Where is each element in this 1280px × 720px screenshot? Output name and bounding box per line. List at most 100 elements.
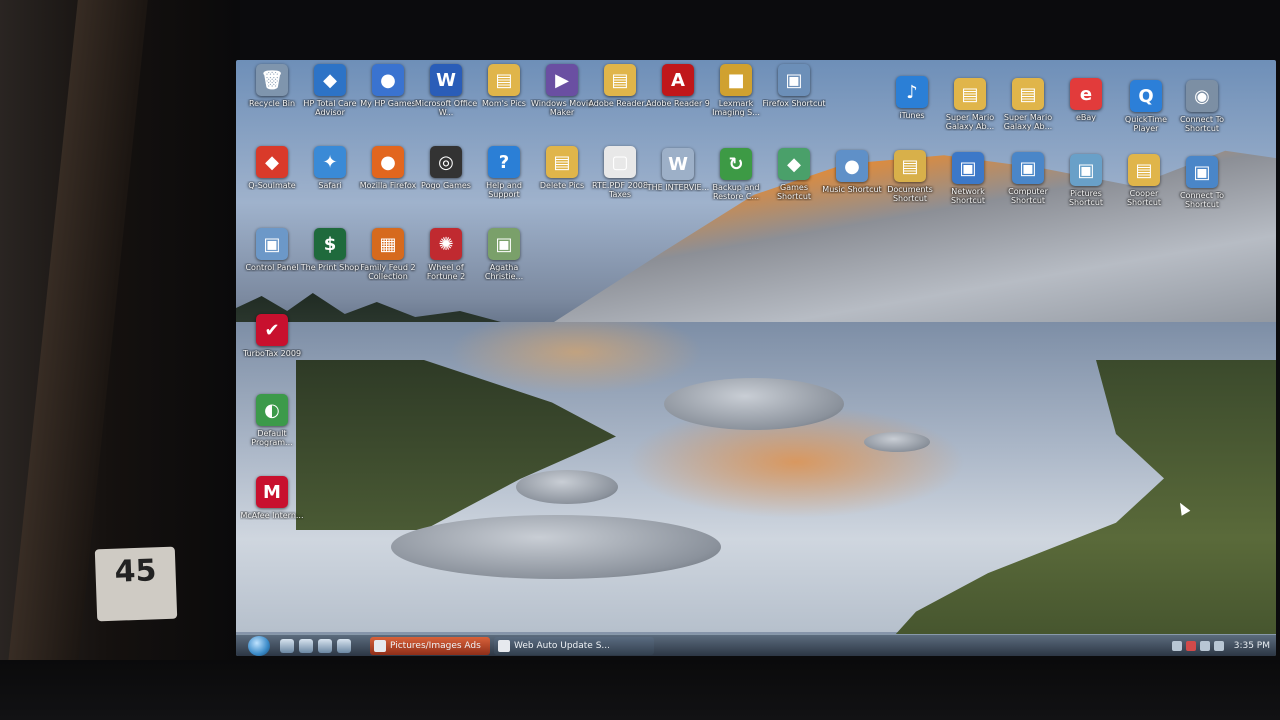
desktop-icon-label: TurboTax 2009 xyxy=(242,349,302,358)
desktop-icon-label: Network Shortcut xyxy=(950,187,986,205)
desktop-icon-image: 🗑 xyxy=(256,64,288,96)
quick-launch-bar xyxy=(280,639,370,653)
desktop-icon[interactable]: ◎ Pogo Games xyxy=(414,146,478,220)
desktop-icon[interactable]: ▣ Control Panel xyxy=(240,228,304,302)
volume-icon[interactable] xyxy=(1199,641,1210,651)
show-desktop-icon[interactable] xyxy=(280,639,294,653)
desktop-icon[interactable]: ▶ Windows Movie Maker xyxy=(530,64,594,138)
desktop-icon[interactable]: ◐ Default Program... xyxy=(240,394,304,468)
desktop-icon[interactable]: ▤ Mom's Pics xyxy=(472,64,536,138)
desktop-icon[interactable]: ▤ Adobe Reader... xyxy=(588,64,652,138)
desktop-icon-label: Music Shortcut xyxy=(822,185,882,194)
desktop-icon-image: ◆ xyxy=(314,64,346,96)
desktop-icon-image: ▣ xyxy=(1012,152,1044,184)
desktop-icon-label: Family Feud 2 Collection xyxy=(360,263,416,281)
desktop-icon-image: W xyxy=(662,148,694,180)
desktop-icon-image: ▣ xyxy=(488,228,520,260)
desktop-icon-label: Microsoft Office W... xyxy=(414,99,478,117)
taskbar-task-label: Web Auto Update S... xyxy=(514,641,610,651)
desktop-icon-label: Connect To Shortcut xyxy=(1179,115,1225,133)
desktop-icon-label: Super Mario Galaxy Ab... xyxy=(945,113,995,131)
desktop-icon[interactable]: A Adobe Reader 9 xyxy=(646,64,710,138)
desktop-icon[interactable]: $ The Print Shop xyxy=(298,228,362,302)
desktop-icon-label: Recycle Bin xyxy=(248,99,296,108)
price-tag-text: 45 xyxy=(114,553,158,590)
wallpaper-rock xyxy=(664,378,844,430)
desktop-icon-image: ✦ xyxy=(314,146,346,178)
internet-explorer-icon[interactable] xyxy=(318,639,332,653)
desktop-icon-image: ▢ xyxy=(604,146,636,178)
battery-icon[interactable] xyxy=(1213,641,1224,651)
desktop-icon-image: ▤ xyxy=(1128,154,1160,186)
desktop-icon[interactable]: ▣ Connect To Shortcut xyxy=(1170,156,1234,230)
desktop-icon[interactable]: ▣ Pictures Shortcut xyxy=(1054,154,1118,228)
switch-windows-icon[interactable] xyxy=(299,639,313,653)
desktop-icon[interactable]: ■ Lexmark Imaging S... xyxy=(704,64,768,138)
desktop-icon-image: ● xyxy=(372,64,404,96)
desktop-icon[interactable]: W THE INTERVIE... xyxy=(646,148,710,222)
desktop-icon-label: The Print Shop xyxy=(300,263,360,272)
desktop-icon-label: RTE.PDF 2008 Taxes xyxy=(592,181,648,199)
desktop-icon[interactable]: ● Music Shortcut xyxy=(820,150,884,224)
desktop-icon-image: ◉ xyxy=(1186,80,1218,112)
desktop-icon-image: ▦ xyxy=(372,228,404,260)
desktop-icon[interactable]: ▣ Computer Shortcut xyxy=(996,152,1060,226)
desktop-icon-label: Mozilla Firefox xyxy=(359,181,417,190)
desktop-icon-image: W xyxy=(430,64,462,96)
desktop-icon-label: Pogo Games xyxy=(421,181,471,190)
security-icon[interactable] xyxy=(1185,641,1196,651)
system-tray: 3:35 PM xyxy=(1171,638,1270,654)
taskbar-clock[interactable]: 3:35 PM xyxy=(1234,641,1270,651)
desktop-icon-image: ● xyxy=(372,146,404,178)
desktop-icon-image: ◐ xyxy=(256,394,288,426)
desktop-icon-label: Agatha Christie... xyxy=(484,263,524,281)
desktop-icon[interactable]: ▤ Delete Pics xyxy=(530,146,594,220)
desktop-icon[interactable]: ● My HP Games xyxy=(356,64,420,138)
start-button[interactable] xyxy=(248,636,270,656)
desktop-icon[interactable]: ▢ RTE.PDF 2008 Taxes xyxy=(588,146,652,220)
desktop-icon-label: iTunes xyxy=(899,111,925,120)
desktop-icon-label: Windows Movie Maker xyxy=(531,99,593,117)
desktop-icon[interactable]: Q QuickTime Player xyxy=(1114,80,1178,154)
media-player-icon[interactable] xyxy=(337,639,351,653)
desktop-icon-label: Default Program... xyxy=(251,429,293,447)
desktop-icon[interactable]: 🗑 Recycle Bin xyxy=(240,64,304,138)
desktop-icon-image: ▣ xyxy=(1070,154,1102,186)
desktop-icon[interactable]: ? Help and Support xyxy=(472,146,536,220)
desktop-icon[interactable]: ◆ Q-Soulmate xyxy=(240,146,304,220)
desktop-icon-image: ▤ xyxy=(1012,78,1044,110)
desktop-icon-image: $ xyxy=(314,228,346,260)
desktop-icon[interactable]: ✔ TurboTax 2009 xyxy=(240,314,304,388)
desktop-icon[interactable]: ▣ Network Shortcut xyxy=(936,152,1000,226)
desktop-icon[interactable]: ▤ Super Mario Galaxy Ab... xyxy=(996,78,1060,152)
desktop-icon[interactable]: ✺ Wheel of Fortune 2 xyxy=(414,228,478,302)
desktop-icon[interactable]: ▤ Super Mario Galaxy Ab... xyxy=(938,78,1002,152)
desktop-icon[interactable]: M McAfee Intern... xyxy=(240,476,304,550)
taskbar-task-2[interactable]: Web Auto Update S... xyxy=(494,637,654,655)
desktop-icon[interactable]: ▤ Documents Shortcut xyxy=(878,150,942,224)
task-icon xyxy=(374,640,386,652)
desktop-icon[interactable]: ◉ Connect To Shortcut xyxy=(1170,80,1234,154)
desktop-icon[interactable]: ✦ Safari xyxy=(298,146,362,220)
desktop-icon[interactable]: ♪ iTunes xyxy=(880,76,944,150)
desktop-icon-image: Q xyxy=(1130,80,1162,112)
desktop-icon-label: Delete Pics xyxy=(539,181,585,190)
desktop-icon[interactable]: ▣ Firefox Shortcut xyxy=(762,64,826,138)
desktop-icon[interactable]: ▦ Family Feud 2 Collection xyxy=(356,228,420,302)
task-icon xyxy=(498,640,510,652)
desktop-icon-image: ▣ xyxy=(1186,156,1218,188)
taskbar-task-1[interactable]: Pictures/Images Ads xyxy=(370,637,490,655)
desktop-icon-label: Adobe Reader... xyxy=(588,99,652,108)
desktop-icon-label: McAfee Intern... xyxy=(240,511,304,520)
desktop-icon[interactable]: ◆ Games Shortcut xyxy=(762,148,826,222)
desktop-icon[interactable]: ◆ HP Total Care Advisor xyxy=(298,64,362,138)
desktop-icon[interactable]: ▣ Agatha Christie... xyxy=(472,228,536,302)
desktop-icon[interactable]: e eBay xyxy=(1054,78,1118,152)
desktop-icon-image: ▤ xyxy=(488,64,520,96)
desktop-icon-label: QuickTime Player xyxy=(1124,115,1168,133)
desktop-icon[interactable]: ● Mozilla Firefox xyxy=(356,146,420,220)
desktop-icon[interactable]: W Microsoft Office W... xyxy=(414,64,478,138)
network-icon[interactable] xyxy=(1171,641,1182,651)
desktop-icon[interactable]: ↻ Backup and Restore C... xyxy=(704,148,768,222)
desktop-icon[interactable]: ▤ Cooper Shortcut xyxy=(1112,154,1176,228)
